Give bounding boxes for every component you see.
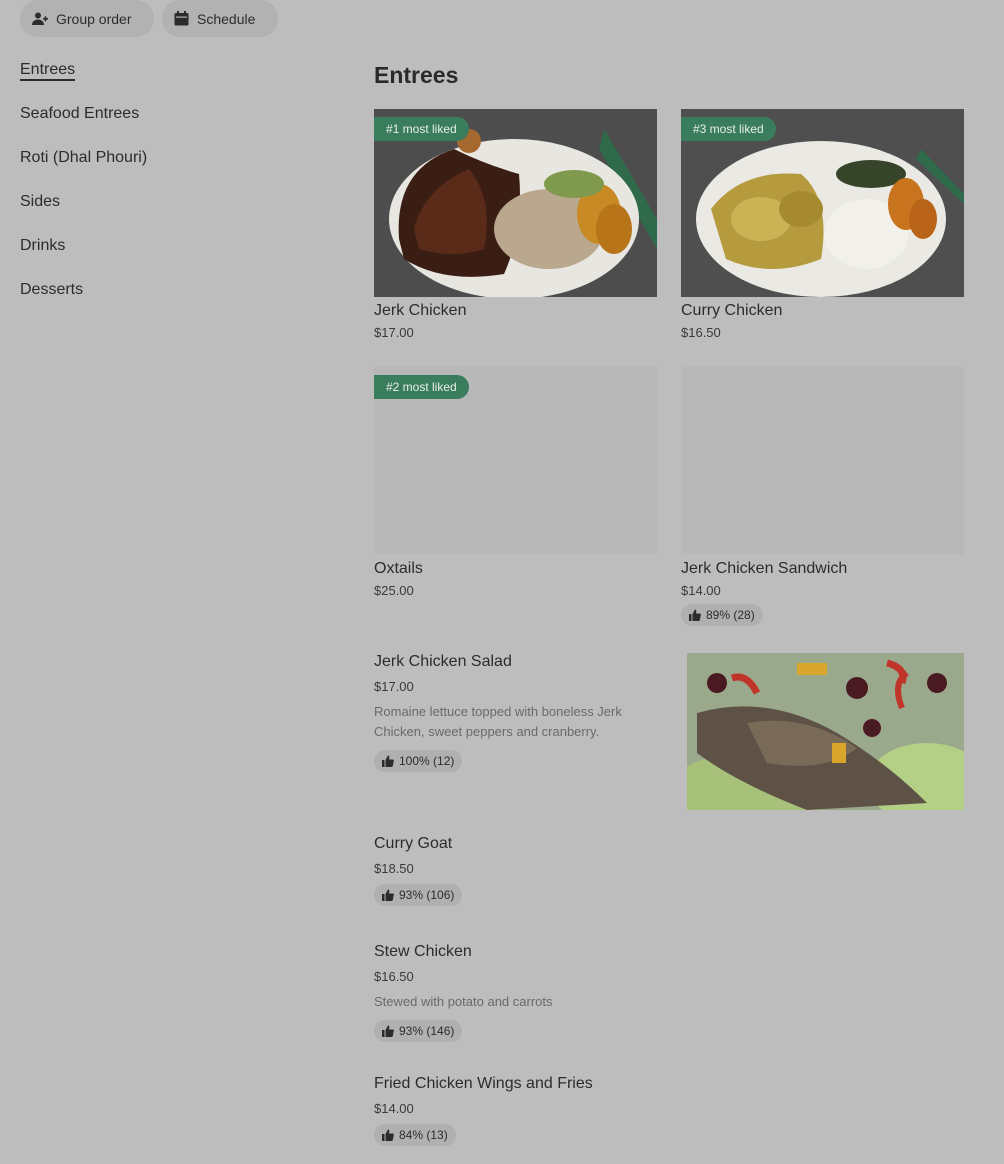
menu-row-fried-chicken-wings[interactable]: Fried Chicken Wings and Fries $14.00 84%…	[374, 1075, 964, 1146]
item-name: Jerk Chicken	[374, 302, 467, 319]
rating-badge: 93% (146)	[374, 1020, 463, 1042]
food-image-placeholder: #2 most liked	[374, 367, 657, 555]
menu-card-jerk-chicken-sandwich[interactable]: Jerk Chicken Sandwich $14.00 89% (28)	[681, 367, 964, 626]
most-liked-badge: #3 most liked	[681, 117, 776, 141]
item-price: $18.50	[374, 861, 414, 876]
item-name: Oxtails	[374, 560, 423, 577]
rating-badge: 89% (28)	[681, 604, 763, 626]
item-name: Curry Chicken	[681, 302, 783, 319]
group-order-button[interactable]: Group order	[20, 0, 154, 37]
sidebar-item-entrees[interactable]: Entrees	[20, 58, 147, 102]
item-name: Fried Chicken Wings and Fries	[374, 1075, 593, 1092]
schedule-button[interactable]: Schedule	[162, 0, 278, 37]
item-name: Jerk Chicken Sandwich	[681, 560, 848, 577]
food-image-placeholder	[681, 367, 964, 555]
item-description: Romaine lettuce topped with boneless Jer…	[374, 704, 622, 739]
add-person-icon	[32, 12, 48, 25]
item-name: Stew Chicken	[374, 943, 472, 960]
thumbs-up-icon	[382, 1025, 394, 1037]
item-price: $25.00	[374, 583, 414, 598]
item-price: $14.00	[374, 1101, 414, 1116]
food-image: #3 most liked	[681, 109, 964, 297]
menu-card-jerk-chicken[interactable]: #1 most liked Jerk Chicken $17.00	[374, 109, 657, 340]
menu-row-curry-goat[interactable]: Curry Goat $18.50 93% (106)	[374, 835, 964, 906]
menu-row-stew-chicken[interactable]: Stew Chicken $16.50 Stewed with potato a…	[374, 943, 964, 1042]
sidebar-item-sides[interactable]: Sides	[20, 190, 147, 234]
section-title: Entrees	[374, 62, 459, 88]
sidebar-item-desserts[interactable]: Desserts	[20, 278, 147, 322]
menu-card-curry-chicken[interactable]: #3 most liked Curry Chicken $16.50	[681, 109, 964, 340]
item-description: Stewed with potato and carrots	[374, 994, 553, 1009]
rating-badge: 93% (106)	[374, 884, 463, 906]
menu-card-oxtails[interactable]: #2 most liked Oxtails $25.00	[374, 367, 657, 598]
item-name: Curry Goat	[374, 835, 453, 852]
most-liked-badge: #1 most liked	[374, 117, 469, 141]
thumbs-up-icon	[382, 889, 394, 901]
sidebar-item-seafood-entrees[interactable]: Seafood Entrees	[20, 102, 147, 146]
rating-badge: 100% (12)	[374, 750, 463, 772]
item-price: $14.00	[681, 583, 721, 598]
rating-badge: 84% (13)	[374, 1124, 456, 1146]
sidebar-item-drinks[interactable]: Drinks	[20, 234, 147, 278]
item-price: $17.00	[374, 325, 414, 340]
category-sidebar: Entrees Seafood Entrees Roti (Dhal Phour…	[20, 58, 147, 322]
calendar-icon	[174, 11, 189, 26]
item-price: $16.50	[681, 325, 721, 340]
thumbs-up-icon	[382, 1129, 394, 1141]
thumbs-up-icon	[382, 755, 394, 767]
food-image: #1 most liked	[374, 109, 657, 297]
most-liked-badge: #2 most liked	[374, 375, 469, 399]
sidebar-item-roti[interactable]: Roti (Dhal Phouri)	[20, 146, 147, 190]
food-image	[687, 653, 964, 810]
group-order-label: Group order	[56, 10, 132, 27]
item-price: $16.50	[374, 969, 414, 984]
thumbs-up-icon	[689, 609, 701, 621]
schedule-label: Schedule	[197, 10, 256, 27]
